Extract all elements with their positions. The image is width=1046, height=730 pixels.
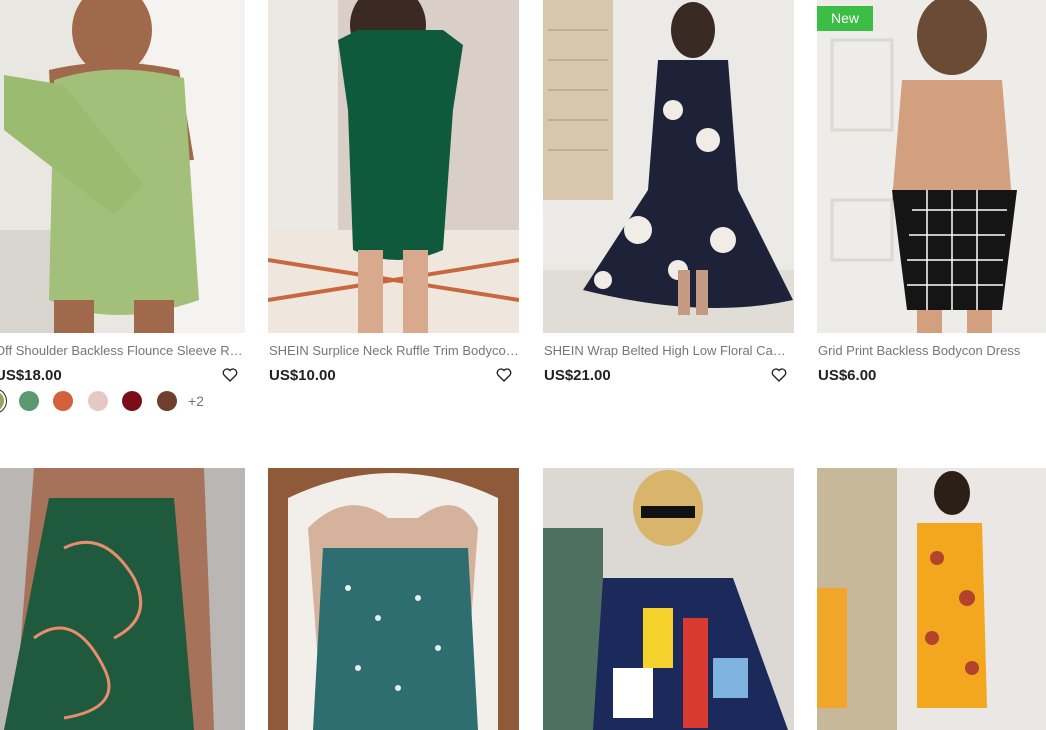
product-image-6[interactable] (268, 468, 519, 730)
product-price: US$10.00 (269, 367, 336, 384)
color-swatch[interactable] (53, 391, 73, 411)
product-image-5[interactable] (0, 468, 245, 730)
product-price: US$21.00 (544, 367, 611, 384)
color-swatches: +2 (0, 391, 204, 411)
heart-icon[interactable] (770, 366, 788, 384)
product-title[interactable]: SHEIN Wrap Belted High Low Floral Cami D… (544, 343, 794, 358)
heart-icon[interactable] (221, 366, 239, 384)
product-image-8[interactable] (817, 468, 1046, 730)
color-swatch[interactable] (156, 391, 177, 411)
product-price: US$18.00 (0, 367, 62, 384)
product-image-4[interactable]: New (817, 0, 1046, 333)
product-price: US$6.00 (818, 367, 877, 384)
color-swatch[interactable] (87, 391, 108, 411)
product-image-3[interactable] (543, 0, 794, 333)
more-colors-count[interactable]: +2 (188, 393, 204, 409)
product-image-1[interactable] (0, 0, 245, 333)
product-image-2[interactable] (268, 0, 519, 333)
new-badge: New (817, 6, 874, 31)
color-swatch[interactable] (18, 391, 39, 411)
product-title[interactable]: SHEIN Surplice Neck Ruffle Trim Bodycon … (269, 343, 519, 358)
color-swatch[interactable] (122, 391, 142, 411)
product-title[interactable]: Off Shoulder Backless Flounce Sleeve Ruc… (0, 343, 245, 358)
heart-icon[interactable] (495, 366, 513, 384)
product-image-7[interactable] (543, 468, 794, 730)
product-title[interactable]: Grid Print Backless Bodycon Dress (818, 343, 1046, 358)
color-swatch[interactable] (0, 391, 4, 411)
